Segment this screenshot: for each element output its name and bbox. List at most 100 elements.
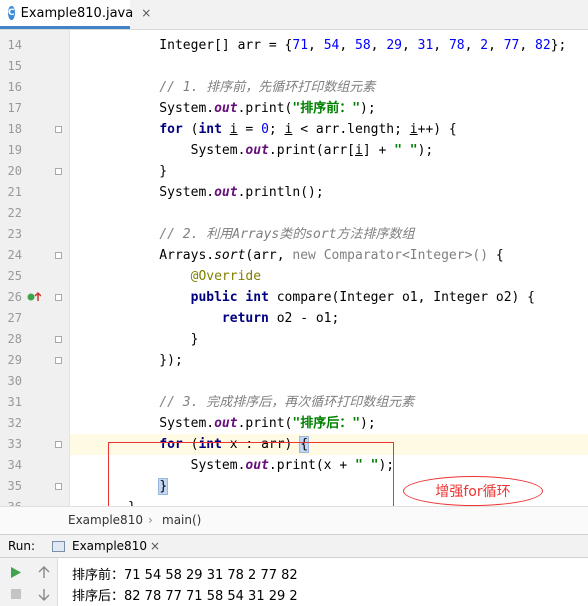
code-editor[interactable]: 14 15 16 17 18 19 20 21 22 23 24 25 26 27 28 29 30 31 32 33… [0,30,588,506]
line-number: 25 [7,269,22,283]
fold-marker-icon[interactable] [55,294,62,301]
code-line[interactable]: Arrays.sort(arr, new Comparator<Integer>… [70,245,588,266]
close-tab-icon[interactable]: × [141,6,151,20]
line-number-row: 22 [0,203,70,224]
line-number: 36 [0,497,22,506]
tab-label: Example810.java [20,5,134,21]
code-line[interactable]: public int compare(Integer o1, Integer o… [70,287,588,308]
override-method-icon[interactable] [27,291,41,303]
code-text: System.out.println(); [128,185,324,200]
console-toolbar [0,558,58,606]
code-line[interactable]: } [70,161,588,182]
console-output-line: 排序后：82 78 77 71 58 54 31 29 2 [72,589,298,604]
line-number: 18 [7,122,22,136]
console-config-icon [52,541,65,552]
code-text: }); [128,353,183,368]
breadcrumb-separator: › [148,513,153,527]
code-text: for (int i = 0; i < arr.length; i++) { [159,122,457,137]
line-number: 21 [7,185,22,199]
close-run-icon[interactable]: × [150,539,160,553]
code-line[interactable] [70,56,588,77]
line-number-row: 18 [0,119,70,140]
editor-gutter: 14 15 16 17 18 19 20 21 22 23 24 25 26 27 28 29 30 31 32 33… [0,30,70,506]
breadcrumb-class[interactable]: Example810 [68,513,143,527]
code-line[interactable]: return o2 - o1; [70,308,588,329]
code-text: // 1. 排序前，先循环打印数组元素 [159,80,376,95]
line-number: 20 [7,164,22,178]
line-number: 27 [7,311,22,325]
line-number-row: 27 [0,308,70,329]
fold-marker-icon[interactable] [55,336,62,343]
scroll-up-icon[interactable] [38,566,50,579]
line-number-row: 15 [0,56,70,77]
line-number-row: 28 [0,329,70,350]
code-line[interactable]: }); [70,350,588,371]
fold-marker-icon[interactable] [55,357,62,364]
code-text: } [128,332,199,347]
fold-marker-icon[interactable] [55,252,62,259]
fold-marker-icon[interactable] [55,126,62,133]
line-number: 33 [7,437,22,451]
line-number-row: 16 [0,77,70,98]
line-number-row: 34 [0,455,70,476]
run-toolbar: Run: Example810 × [0,534,588,558]
code-line[interactable] [70,203,588,224]
line-number-row: 31 [0,392,70,413]
code-line[interactable]: System.out.println(); [70,182,588,203]
code-text: return o2 - o1; [221,311,340,326]
code-text: System.out.print("排序前："); [128,101,376,116]
code-line[interactable]: for (int i = 0; i < arr.length; i++) { [70,119,588,140]
line-number: 29 [7,353,22,367]
code-text: @Override [190,269,262,284]
code-text: public int compare(Integer o1, Integer o… [190,290,536,305]
line-number-row: 25 [0,266,70,287]
code-area[interactable]: // ... 数组 Integer[] arr = {71, 54, 58, 2… [70,30,588,506]
scroll-down-icon[interactable] [38,588,50,601]
editor-tab-bar: C Example810.java × [0,0,588,30]
code-text: // 3. 完成排序后，再次循环打印数组元素 [159,395,415,410]
line-number-row: 21 [0,182,70,203]
tab-example810[interactable]: C Example810.java × [0,0,151,29]
code-line[interactable]: // 3. 完成排序后，再次循环打印数组元素 [70,392,588,413]
highlight-box [108,442,394,506]
line-number: 24 [7,248,22,262]
line-number: 30 [7,374,22,388]
line-number-row: 23 [0,224,70,245]
line-number-row: 30 [0,371,70,392]
line-number-row: 35 [0,476,70,497]
line-number: 32 [7,416,22,430]
line-number: 26 [7,290,22,304]
line-number-row: 26 [0,287,70,308]
line-number: 28 [7,332,22,346]
code-line[interactable]: System.out.print("排序后："); [70,413,588,434]
fold-marker-icon[interactable] [55,483,62,490]
run-console[interactable]: 排序前：71 54 58 29 31 78 2 77 82 排序后：82 78 … [0,558,588,606]
line-number: 15 [7,59,22,73]
fold-marker-icon[interactable] [55,168,62,175]
line-number: 34 [7,458,22,472]
breadcrumb-method[interactable]: main() [162,513,201,527]
run-label: Run: [8,539,36,553]
breadcrumb: Example810 › main() [0,506,588,534]
line-number-row: 33 [0,434,70,455]
line-number: 31 [7,395,22,409]
run-config-name[interactable]: Example810 [72,539,147,553]
line-number: 19 [7,143,22,157]
code-line[interactable]: // 1. 排序前，先循环打印数组元素 [70,77,588,98]
code-line[interactable]: } [70,329,588,350]
line-number-row: 14 [0,35,70,56]
line-number-row: 29 [0,350,70,371]
code-line[interactable]: Integer[] arr = {71, 54, 58, 29, 31, 78,… [70,35,588,56]
stop-icon[interactable] [10,588,22,601]
line-number-row: 19 [0,140,70,161]
java-class-icon: C [8,6,15,20]
code-text: // 2. 利用Arrays类的sort方法排序数组 [159,227,415,242]
line-number-row: 20 [0,161,70,182]
code-line[interactable] [70,371,588,392]
code-line[interactable]: // 2. 利用Arrays类的sort方法排序数组 [70,224,588,245]
code-line[interactable]: System.out.print(arr[i] + " "); [70,140,588,161]
fold-marker-icon[interactable] [55,441,62,448]
rerun-icon[interactable] [10,566,22,579]
code-line[interactable]: System.out.print("排序前："); [70,98,588,119]
code-line[interactable]: @Override [70,266,588,287]
